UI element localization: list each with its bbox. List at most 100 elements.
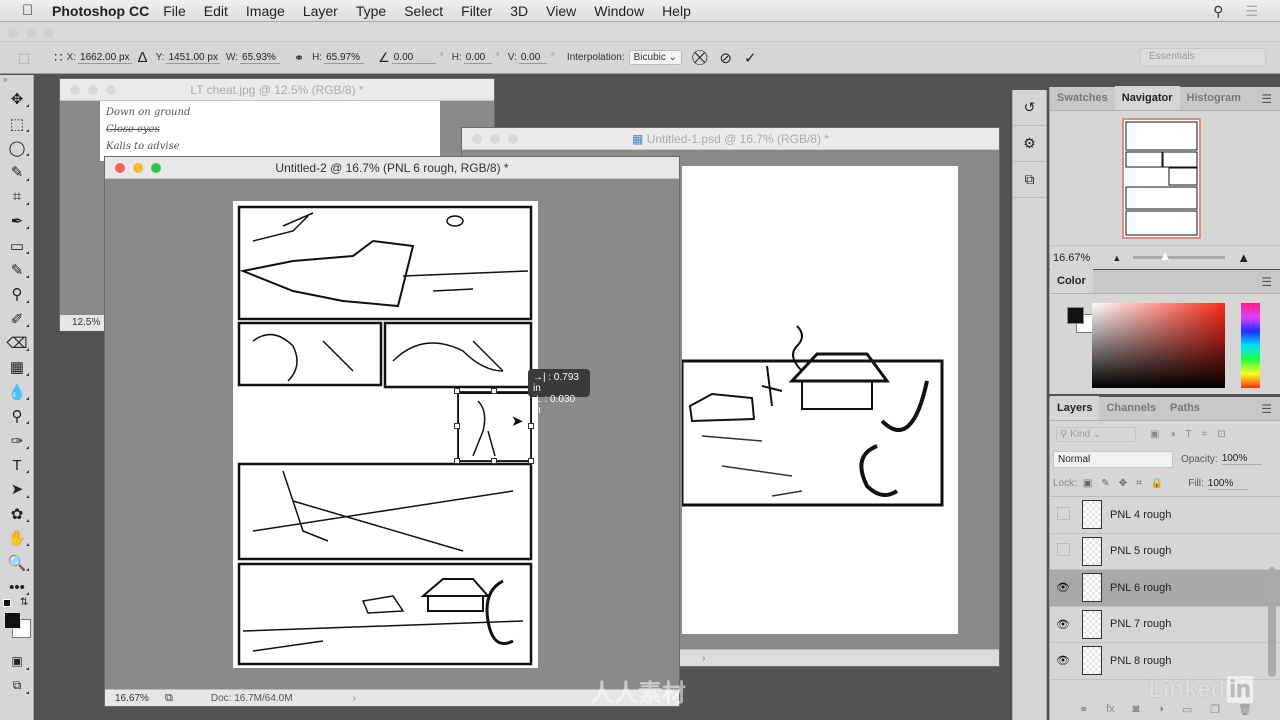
trash-icon[interactable]: 🗑	[1238, 703, 1252, 716]
lasso-tool-icon[interactable]: ◯	[0, 136, 34, 160]
brush-tool-icon[interactable]: ✎	[0, 258, 34, 282]
minimize-button[interactable]	[490, 134, 500, 144]
status-menu-arrow[interactable]: ›	[353, 693, 356, 704]
tab-channels[interactable]: Channels	[1099, 396, 1163, 420]
link-icon[interactable]: ⚭	[294, 51, 304, 65]
menu-help[interactable]: Help	[662, 3, 691, 19]
new-group-icon[interactable]: ▭	[1182, 703, 1192, 716]
visibility-toggle[interactable]	[1050, 507, 1076, 523]
link-layers-icon[interactable]: ⚭	[1079, 703, 1088, 716]
close-button[interactable]	[115, 163, 125, 173]
panel-menu-icon[interactable]: ☰	[1261, 92, 1272, 106]
pen-tool-icon[interactable]: ✑	[0, 428, 34, 452]
history-panel-icon[interactable]: ↺	[1013, 90, 1046, 126]
commit-transform-icon[interactable]: ✓	[744, 49, 757, 67]
path-selection-tool-icon[interactable]: ➤	[0, 477, 34, 501]
opacity-field[interactable]: 100%	[1221, 453, 1262, 465]
reference-point-icon[interactable]: ∷	[54, 50, 62, 66]
interpolation-select[interactable]: Bicubic ⌄	[628, 50, 683, 65]
new-layer-icon[interactable]: ❐	[1210, 703, 1220, 716]
layer-row[interactable]: 👁 PNL 7 rough	[1050, 607, 1280, 643]
foreground-color-swatch[interactable]	[1067, 307, 1084, 324]
document-titlebar[interactable]: Untitled-2 @ 16.7% (PNL 6 rough, RGB/8) …	[105, 157, 679, 179]
layer-row[interactable]: 👁 PNL 6 rough	[1050, 570, 1280, 607]
zoom-out-icon[interactable]: ▲	[1112, 253, 1121, 263]
eye-icon[interactable]: 👁	[1050, 618, 1076, 631]
eye-icon[interactable]: 👁	[1050, 581, 1076, 594]
color-field[interactable]	[1092, 303, 1225, 388]
screen-mode-icon[interactable]: ⧉	[0, 674, 34, 698]
hue-slider[interactable]	[1241, 303, 1260, 388]
layer-filter-select[interactable]: ⚲ Kind ⌄	[1056, 426, 1136, 442]
layers-scrollbar[interactable]	[1268, 567, 1276, 677]
zoom-tool-icon[interactable]: 🔍	[0, 550, 34, 574]
transform-handle[interactable]	[454, 388, 460, 394]
menu-image[interactable]: Image	[246, 3, 285, 19]
swap-colors-icon[interactable]: ⇅	[20, 597, 28, 608]
edit-toolbar-icon[interactable]: •••	[0, 575, 34, 599]
navigator-zoom[interactable]: 16.67%	[1053, 252, 1090, 264]
move-tool-icon[interactable]: ✥	[0, 87, 34, 111]
search-icon[interactable]: ⚲	[1213, 3, 1223, 20]
share-icon[interactable]: ⧉	[165, 692, 173, 705]
transform-handle[interactable]	[491, 388, 497, 394]
libraries-panel-icon[interactable]: ⧉	[1013, 162, 1046, 198]
transform-handle[interactable]	[528, 458, 534, 464]
menu-view[interactable]: View	[546, 3, 576, 19]
eyedropper-tool-icon[interactable]: ✒	[0, 209, 34, 233]
delta-icon[interactable]: Δ	[138, 49, 148, 66]
adjustment-layer-icon[interactable]: ◑	[1157, 703, 1164, 715]
minimize-button[interactable]	[88, 85, 98, 95]
panel-menu-icon[interactable]: ☰	[1261, 402, 1272, 416]
status-menu-arrow[interactable]: ›	[702, 653, 705, 664]
zoom-button[interactable]	[151, 163, 161, 173]
cancel-transform-icon[interactable]: ⊘	[719, 49, 732, 67]
type-tool-icon[interactable]: T	[0, 453, 34, 477]
tab-navigator[interactable]: Navigator	[1114, 86, 1180, 110]
zoom-level[interactable]: 12.5%	[60, 315, 105, 331]
healing-brush-tool-icon[interactable]: ▭	[0, 233, 34, 257]
add-mask-icon[interactable]: ◙	[1133, 703, 1140, 715]
y-field[interactable]: 1451.00 px	[166, 52, 220, 64]
blend-mode-select[interactable]: Normal	[1053, 450, 1173, 468]
window-close-button[interactable]	[8, 28, 18, 38]
zoom-button[interactable]	[508, 134, 518, 144]
tab-paths[interactable]: Paths	[1163, 396, 1207, 420]
magic-wand-tool-icon[interactable]: ✎	[0, 160, 34, 184]
menu-3d[interactable]: 3D	[510, 3, 528, 19]
fill-field[interactable]: 100%	[1207, 478, 1248, 490]
eye-icon[interactable]: 👁	[1050, 654, 1076, 667]
panel-menu-icon[interactable]: ☰	[1261, 275, 1272, 289]
minimize-button[interactable]	[133, 163, 143, 173]
crop-tool-icon[interactable]: ⌗	[0, 185, 34, 209]
angle-field[interactable]: 0.00	[391, 52, 436, 64]
workspace-select[interactable]: Essentials	[1140, 48, 1266, 67]
menu-type[interactable]: Type	[356, 3, 386, 19]
width-field[interactable]: 65.93%	[240, 52, 281, 64]
layer-row[interactable]: PNL 4 rough	[1050, 497, 1280, 534]
menu-window[interactable]: Window	[594, 3, 644, 19]
transform-handle[interactable]	[528, 423, 534, 429]
window-zoom-button[interactable]	[44, 28, 54, 38]
menu-filter[interactable]: Filter	[461, 3, 492, 19]
vskew-field[interactable]: 0.00	[518, 52, 547, 64]
clone-stamp-tool-icon[interactable]: ⚲	[0, 282, 34, 306]
menu-select[interactable]: Select	[404, 3, 443, 19]
zoom-slider[interactable]	[1133, 252, 1226, 260]
lock-icons[interactable]: ▣✎✥⌗🔒	[1083, 478, 1172, 489]
document-titlebar[interactable]: ▦ Untitled-1.psd @ 16.7% (RGB/8) *	[462, 128, 999, 150]
tab-layers[interactable]: Layers	[1050, 396, 1100, 420]
document-titlebar[interactable]: LT cheat.jpg @ 12.5% (RGB/8) *	[60, 79, 494, 101]
transform-handle[interactable]	[454, 423, 460, 429]
canvas-page[interactable]	[680, 166, 958, 634]
blur-tool-icon[interactable]: 💧	[0, 380, 34, 404]
menu-edit[interactable]: Edit	[204, 3, 228, 19]
transform-handle[interactable]	[491, 458, 497, 464]
menu-file[interactable]: File	[163, 3, 186, 19]
window-minimize-button[interactable]	[26, 28, 36, 38]
properties-panel-icon[interactable]: ⚙	[1013, 126, 1046, 162]
tool-preset-icon[interactable]: ⬚	[18, 50, 30, 66]
zoom-in-icon[interactable]: ▲	[1237, 250, 1250, 265]
gradient-tool-icon[interactable]: ▦	[0, 355, 34, 379]
marquee-tool-icon[interactable]: ⬚	[0, 111, 34, 135]
